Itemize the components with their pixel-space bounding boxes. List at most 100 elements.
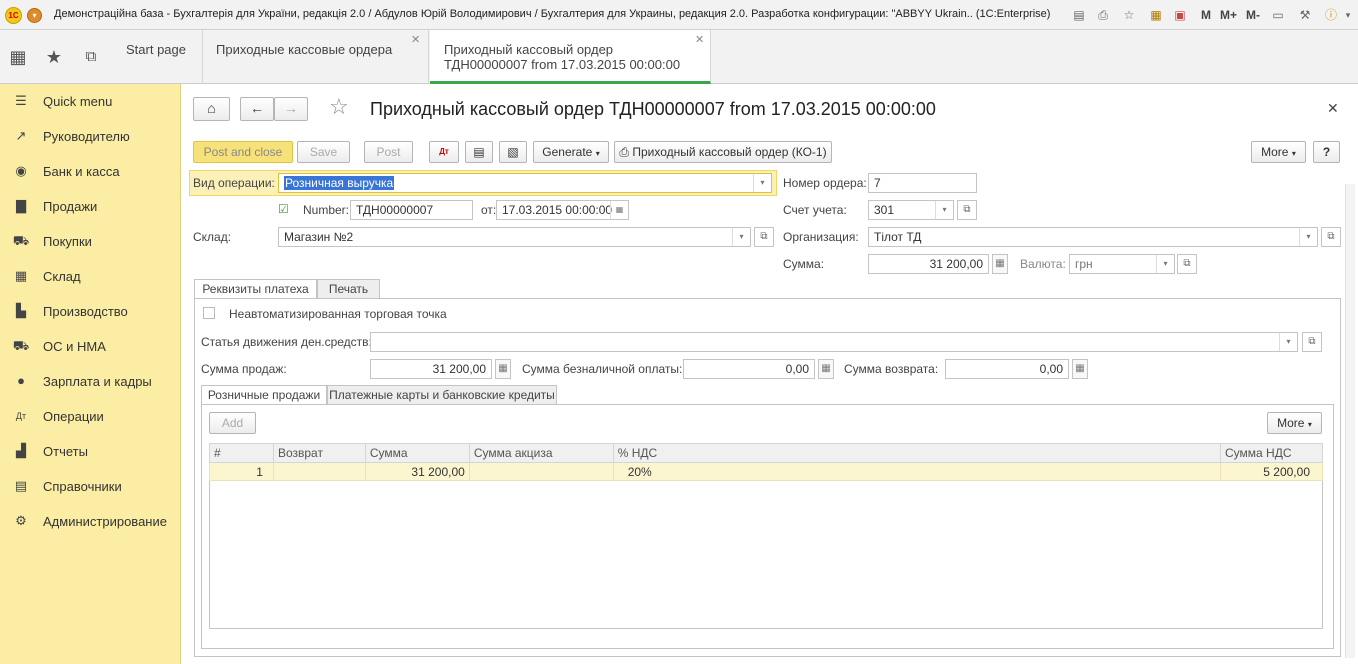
refund-field[interactable]: 0,00 [945,359,1069,379]
tab-retail-sales[interactable]: Розничные продажи [201,385,327,405]
chevron-down-icon[interactable]: ▾ [732,228,750,246]
sidebar-item-quick-menu[interactable]: ☰ Quick menu [0,84,181,119]
open-organization-icon[interactable]: ⧉ [1321,227,1341,247]
col-vat-sum[interactable]: Сумма НДС [1220,443,1323,463]
col-sum[interactable]: Сумма [364,443,470,463]
calculator-icon[interactable]: ▦ [992,254,1008,274]
forward-button[interactable]: → [274,97,308,121]
journal-icon[interactable]: ▤ [465,141,493,163]
col-number[interactable]: # [209,443,274,463]
help-button[interactable]: ? [1313,141,1340,163]
cell-number[interactable]: 1 [209,462,274,481]
add-button[interactable]: Add [209,412,256,434]
cashflow-select[interactable]: ▾ [370,332,1298,352]
sidebar-item-sales[interactable]: ▇ Продажи [0,189,181,224]
calculator-icon[interactable]: ▦ [495,359,511,379]
save-icon[interactable]: ▤ [1071,7,1087,23]
date-field[interactable]: 17.03.2015 00:00:00 ▦ [496,200,629,220]
tab-receipt-document[interactable]: Приходный кассовый ордер ТДН00000007 fro… [430,30,711,84]
star-icon[interactable]: ★ [43,46,65,68]
sales-sum-field[interactable]: 31 200,00 [370,359,492,379]
order-number-field[interactable]: 7 [868,173,977,193]
calculator-icon[interactable]: ▦ [818,359,834,379]
cell-excise[interactable] [468,462,614,481]
calculator-icon[interactable]: ▦ [1072,359,1088,379]
close-tab-icon[interactable]: ✕ [695,33,704,46]
vertical-scrollbar[interactable] [1345,184,1355,658]
favorite-star-icon[interactable]: ☆ [329,94,349,120]
print-icon[interactable]: ⎙ [1095,7,1111,23]
warehouse-select[interactable]: Магазин №2 ▾ [278,227,751,247]
tab-print[interactable]: Печать [317,279,380,299]
sidebar-item-salary-hr[interactable]: ● Зарплата и кадры [0,364,181,399]
close-tab-icon[interactable]: ✕ [411,33,420,46]
generate-button[interactable]: Generate ▾ [533,141,609,163]
chevron-down-icon[interactable]: ▾ [1340,7,1356,23]
print-receipt-button[interactable]: ⎙ Приходный кассовый ордер (КО-1) [614,141,832,163]
tab-cards-credits[interactable]: Платежные карты и банковские кредиты [327,385,557,405]
noncash-field[interactable]: 0,00 [683,359,815,379]
chevron-down-icon[interactable]: ▾ [1279,333,1297,351]
calculator-icon[interactable]: ▦ [1148,7,1164,23]
cell-refund[interactable] [272,462,366,481]
non-automated-checkbox[interactable] [203,307,215,319]
back-button[interactable]: ← [240,97,274,121]
grid-more-button[interactable]: More ▾ [1267,412,1322,434]
noncash-label: Сумма безналичной оплаты: [522,362,683,376]
close-icon[interactable]: ✕ [1327,100,1339,117]
sidebar-item-purchases[interactable]: ⛟ Покупки [0,224,181,259]
sidebar-item-administration[interactable]: ⚙ Администрирование [0,504,181,539]
post-and-close-button[interactable]: Post and close [193,141,293,163]
tab-receipts-list[interactable]: Приходные кассовые ордера ✕ [203,30,429,84]
main-menu-icon[interactable]: ▾ [27,8,42,23]
restore-window-icon[interactable]: ▭ [1270,7,1286,23]
cell-sum[interactable]: 31 200,00 [364,462,470,481]
memory-m-button[interactable]: M [1201,8,1211,22]
operation-select[interactable]: Розничная выручка ▾ [278,173,772,193]
info-icon[interactable]: ⓘ [1323,7,1339,23]
col-vat-rate[interactable]: % НДС [612,443,1222,463]
history-icon[interactable]: ⧉ [80,46,102,68]
more-button[interactable]: More ▾ [1251,141,1306,163]
open-currency-icon[interactable]: ⧉ [1177,254,1197,274]
col-refund[interactable]: Возврат [272,443,366,463]
currency-select[interactable]: грн ▾ [1069,254,1175,274]
open-cashflow-icon[interactable]: ⧉ [1302,332,1322,352]
chevron-down-icon[interactable]: ▾ [753,174,771,192]
cell-vat-rate[interactable]: 20% [612,462,1222,481]
sidebar-item-reports[interactable]: ▟ Отчеты [0,434,181,469]
sidebar-item-production[interactable]: ▙ Производство [0,294,181,329]
sum-field[interactable]: 31 200,00 [868,254,989,274]
tab-payment-details[interactable]: Реквизиты платеха [194,279,317,299]
save-button[interactable]: Save [297,141,350,163]
sidebar-item-bank-cash[interactable]: ◉ Банк и касса [0,154,181,189]
favorites-icon[interactable]: ☆ [1121,7,1137,23]
chevron-down-icon[interactable]: ▾ [935,201,953,219]
tab-start-page[interactable]: Start page [110,30,203,84]
document-icon[interactable]: ▧ [499,141,527,163]
open-account-icon[interactable]: ⧉ [957,200,977,220]
calendar-icon[interactable]: ▦ [610,201,628,219]
number-field[interactable]: ТДН00000007 [350,200,473,220]
memory-minus-button[interactable]: M- [1246,8,1260,22]
cell-vat-sum[interactable]: 5 200,00 [1220,462,1323,481]
organization-select[interactable]: Тілот ТД ▾ [868,227,1318,247]
account-select[interactable]: 301 ▾ [868,200,954,220]
sidebar-item-fixed-assets[interactable]: ⛟ ОС и НМА [0,329,181,364]
tools-icon[interactable]: ⚒ [1297,7,1313,23]
calendar-icon[interactable]: ▣ [1172,7,1188,23]
home-button[interactable]: ⌂ [193,97,230,121]
post-button[interactable]: Post [364,141,413,163]
memory-plus-button[interactable]: M+ [1220,8,1237,22]
sidebar-item-warehouse[interactable]: ▦ Склад [0,259,181,294]
chevron-down-icon[interactable]: ▾ [1299,228,1317,246]
col-excise[interactable]: Сумма акциза [468,443,614,463]
sidebar-item-management[interactable]: ↗ Руководителю [0,119,181,154]
grid-menu-icon[interactable]: ▦ [7,46,29,68]
open-warehouse-icon[interactable]: ⧉ [754,227,774,247]
sidebar-item-catalogs[interactable]: ▤ Справочники [0,469,181,504]
sidebar-item-operations[interactable]: Дт Операции [0,399,181,434]
debit-credit-button[interactable]: Дт [429,141,459,163]
table-row[interactable]: 1 31 200,00 20% 5 200,00 [209,462,1323,481]
chevron-down-icon[interactable]: ▾ [1156,255,1174,273]
